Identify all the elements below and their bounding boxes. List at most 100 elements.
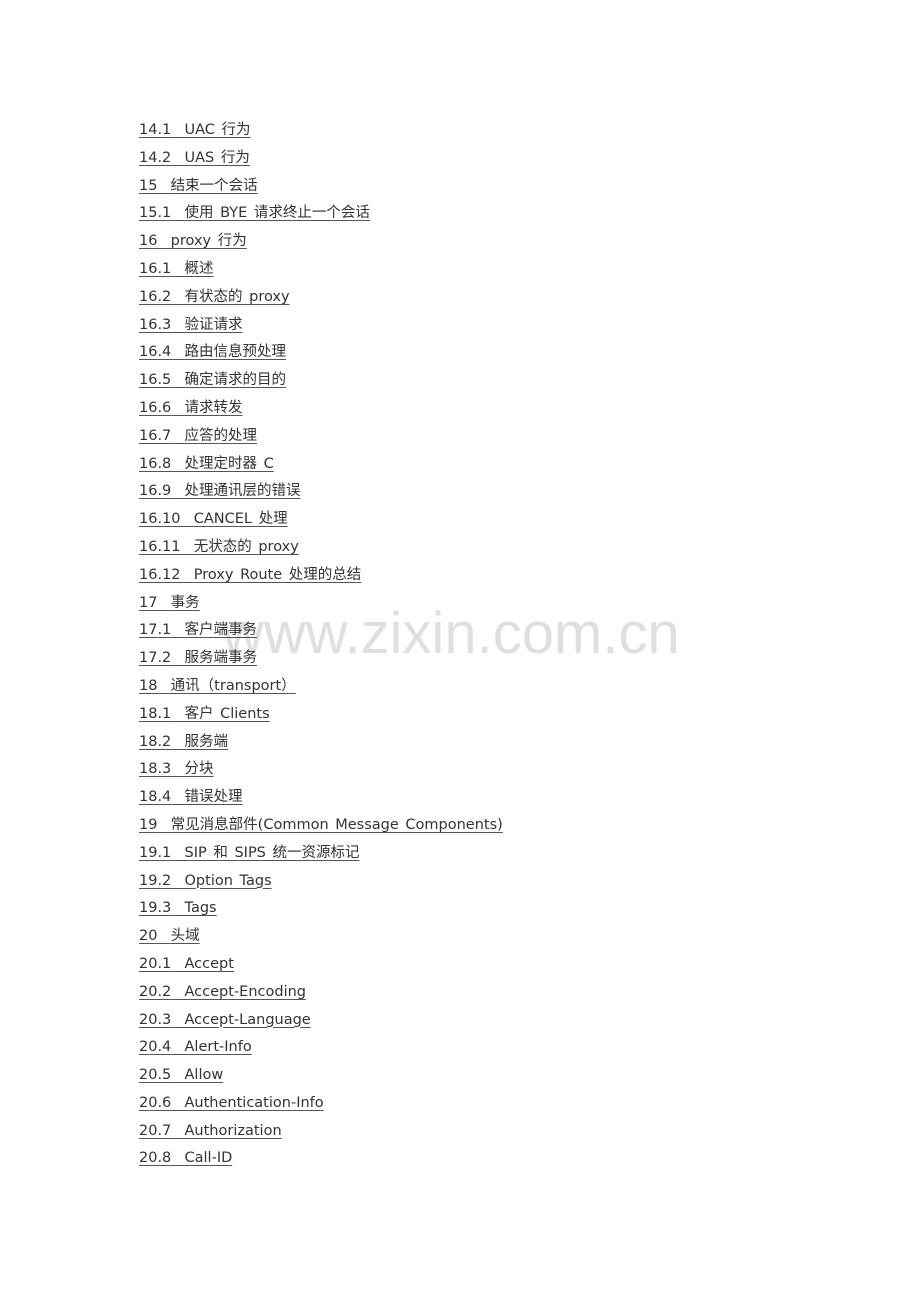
toc-number: 18.1 [139, 705, 172, 722]
toc-title: 通讯（transport） [170, 677, 296, 694]
toc-entry: 14.1 UAC 行为 [139, 117, 503, 145]
toc-title: 无状态的 proxy [193, 538, 299, 555]
toc-link[interactable]: 16.6 请求转发 [139, 400, 243, 416]
toc-title: 事务 [170, 594, 200, 611]
toc-link[interactable]: 17 事务 [139, 595, 200, 611]
toc-link[interactable]: 18 通讯（transport） [139, 678, 296, 694]
toc-link[interactable]: 19 常见消息部件(Common Message Components) [139, 817, 503, 833]
toc-link[interactable]: 14.2 UAS 行为 [139, 150, 250, 166]
toc-link[interactable]: 20.3 Accept-Language [139, 1012, 311, 1028]
toc-entry: 19.2 Option Tags [139, 868, 503, 896]
toc-number: 17.2 [139, 650, 172, 667]
toc-number: 16.6 [139, 399, 172, 416]
toc-number: 16.12 [139, 566, 181, 583]
toc-title: UAC 行为 [184, 122, 251, 138]
toc-number: 19.2 [139, 872, 172, 889]
toc-link[interactable]: 16.1 概述 [139, 261, 214, 277]
toc-link[interactable]: 20.8 Call-ID [139, 1150, 232, 1166]
toc-entry: 16.5 确定请求的目的 [139, 367, 503, 395]
toc-entry: 20.2 Accept-Encoding [139, 979, 503, 1007]
toc-title: 服务端 [184, 733, 229, 750]
toc-title: 应答的处理 [184, 427, 258, 444]
toc-title: 有状态的 proxy [184, 288, 290, 305]
toc-number: 15.1 [139, 205, 172, 222]
toc-link[interactable]: 19.3 Tags [139, 900, 217, 916]
toc-link[interactable]: 15 结束一个会话 [139, 178, 258, 194]
toc-title: 常见消息部件(Common Message Components) [170, 816, 503, 833]
toc-link[interactable]: 19.1 SIP 和 SIPS 统一资源标记 [139, 845, 360, 861]
toc-link[interactable]: 16.9 处理通讯层的错误 [139, 483, 301, 499]
toc-entry: 17.1 客户端事务 [139, 617, 503, 645]
toc-link[interactable]: 17.2 服务端事务 [139, 650, 257, 666]
toc-title: 路由信息预处理 [184, 344, 287, 361]
toc-number: 16.8 [139, 455, 172, 472]
toc-link[interactable]: 20.6 Authentication-Info [139, 1095, 324, 1111]
toc-number: 17 [139, 594, 158, 611]
toc-entry: 16.7 应答的处理 [139, 423, 503, 451]
toc-number: 16.4 [139, 344, 172, 361]
toc-entry: 20.8 Call-ID [139, 1145, 503, 1173]
toc-link[interactable]: 16.8 处理定时器 C [139, 456, 274, 472]
toc-title: CANCEL 处理 [193, 511, 288, 528]
toc-title: Alert-Info [184, 1039, 252, 1056]
toc-link[interactable]: 16.3 验证请求 [139, 317, 243, 333]
toc-number: 20 [139, 928, 158, 945]
toc-title: 使用 BYE 请求终止一个会话 [184, 205, 370, 222]
toc-entry: 16 proxy 行为 [139, 228, 503, 256]
toc-title: Call-ID [184, 1150, 233, 1167]
toc-link[interactable]: 18.4 错误处理 [139, 789, 243, 805]
toc-link[interactable]: 16.11 无状态的 proxy [139, 539, 299, 555]
toc-entry: 20 头域 [139, 923, 503, 951]
toc-title: 客户端事务 [184, 622, 258, 639]
toc-entry: 20.4 Alert-Info [139, 1034, 503, 1062]
toc-entry: 20.6 Authentication-Info [139, 1090, 503, 1118]
toc-number: 18.2 [139, 733, 172, 750]
toc-entry: 18.4 错误处理 [139, 784, 503, 812]
toc-title: UAS 行为 [184, 149, 250, 166]
toc-number: 20.3 [139, 1011, 172, 1028]
toc-link[interactable]: 18.1 客户 Clients [139, 706, 270, 722]
toc-number: 18.4 [139, 789, 172, 806]
toc-title: Accept-Encoding [184, 983, 306, 1000]
toc-link[interactable]: 19.2 Option Tags [139, 873, 272, 889]
toc-title: Proxy Route 处理的总结 [193, 566, 362, 583]
toc-number: 16.9 [139, 483, 172, 500]
toc-title: 验证请求 [184, 316, 243, 333]
toc-link[interactable]: 20.5 Allow [139, 1067, 223, 1083]
toc-link[interactable]: 15.1 使用 BYE 请求终止一个会话 [139, 205, 370, 221]
toc-link[interactable]: 16.4 路由信息预处理 [139, 344, 286, 360]
toc-link[interactable]: 20.1 Accept [139, 956, 234, 972]
toc-link[interactable]: 16 proxy 行为 [139, 233, 247, 249]
toc-link[interactable]: 18.2 服务端 [139, 734, 228, 750]
toc-number: 18 [139, 677, 158, 694]
toc-title: 头域 [170, 928, 200, 945]
toc-entry: 16.12 Proxy Route 处理的总结 [139, 562, 503, 590]
toc-link[interactable]: 18.3 分块 [139, 761, 214, 777]
toc-number: 19.3 [139, 900, 172, 917]
toc-entry: 20.3 Accept-Language [139, 1007, 503, 1035]
toc-entry: 16.9 处理通讯层的错误 [139, 478, 503, 506]
toc-number: 14.2 [139, 149, 172, 166]
toc-number: 19.1 [139, 844, 172, 861]
toc-link[interactable]: 16.12 Proxy Route 处理的总结 [139, 567, 361, 583]
toc-number: 16.3 [139, 316, 172, 333]
toc-link[interactable]: 16.7 应答的处理 [139, 428, 257, 444]
toc-link[interactable]: 20.2 Accept-Encoding [139, 984, 306, 1000]
toc-link[interactable]: 16.10 CANCEL 处理 [139, 511, 288, 527]
toc-link[interactable]: 20.7 Authorization [139, 1123, 282, 1139]
toc-number: 20.6 [139, 1094, 172, 1111]
toc-link[interactable]: 14.1 UAC 行为 [139, 122, 251, 138]
toc-number: 17.1 [139, 622, 172, 639]
toc-number: 20.5 [139, 1067, 172, 1084]
toc-link[interactable]: 17.1 客户端事务 [139, 622, 257, 638]
toc-title: Authorization [184, 1122, 282, 1139]
toc-link[interactable]: 16.5 确定请求的目的 [139, 372, 286, 388]
toc-link[interactable]: 16.2 有状态的 proxy [139, 289, 290, 305]
toc-entry: 16.3 验证请求 [139, 312, 503, 340]
table-of-contents: 14.1 UAC 行为 14.2 UAS 行为 15 结束一个会话 15.1 使用 B… [139, 117, 503, 1173]
toc-entry: 16.8 处理定时器 C [139, 451, 503, 479]
toc-link[interactable]: 20 头域 [139, 928, 200, 944]
toc-entry: 18 通讯（transport） [139, 673, 503, 701]
toc-link[interactable]: 20.4 Alert-Info [139, 1039, 252, 1055]
toc-entry: 18.3 分块 [139, 756, 503, 784]
